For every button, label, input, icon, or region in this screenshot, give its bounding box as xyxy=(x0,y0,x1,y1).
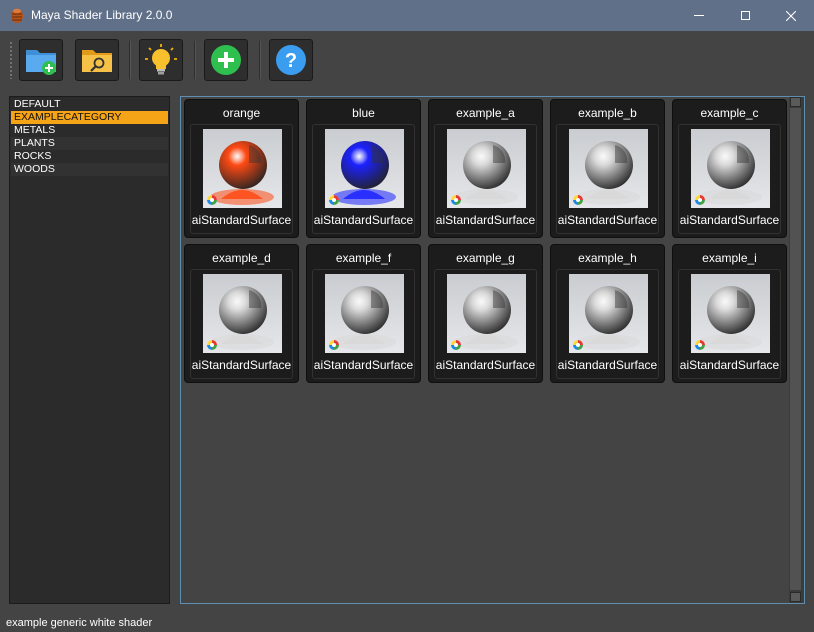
shader-preview-frame: aiStandardSurface xyxy=(556,124,659,234)
help-icon: ? xyxy=(276,45,306,75)
category-item[interactable]: EXAMPLECATEGORY xyxy=(11,111,168,124)
maximize-button[interactable] xyxy=(722,0,768,31)
shader-thumbnail xyxy=(325,274,404,353)
scroll-down-button[interactable] xyxy=(790,592,801,602)
close-icon xyxy=(786,10,796,21)
shader-name: example_a xyxy=(456,106,515,120)
shader-thumbnail xyxy=(569,129,648,208)
toolbar-grip[interactable] xyxy=(9,41,13,79)
render-preview-button[interactable] xyxy=(139,39,183,81)
status-bar-text: example generic white shader xyxy=(6,617,153,629)
category-item[interactable]: WOODS xyxy=(11,163,168,176)
window-title: Maya Shader Library 2.0.0 xyxy=(31,8,173,22)
shader-type: aiStandardSurface xyxy=(191,213,292,227)
toolbar-separator xyxy=(259,41,261,79)
shader-preview-frame: aiStandardSurface xyxy=(556,269,659,379)
category-item[interactable]: DEFAULT xyxy=(11,98,168,111)
category-item[interactable]: PLANTS xyxy=(11,137,168,150)
shader-thumbnail xyxy=(447,129,526,208)
shader-type: aiStandardSurface xyxy=(313,358,414,372)
minimize-icon xyxy=(694,15,704,16)
toolbar: ? xyxy=(0,31,814,89)
shader-type: aiStandardSurface xyxy=(435,358,536,372)
shader-preview-sphere xyxy=(203,129,282,208)
shader-preview-frame: aiStandardSurface xyxy=(434,269,537,379)
shader-type: aiStandardSurface xyxy=(557,358,658,372)
category-item[interactable]: METALS xyxy=(11,124,168,137)
shader-preview-frame: aiStandardSurface xyxy=(312,124,415,234)
shader-name: example_f xyxy=(335,251,392,265)
shader-thumbnail xyxy=(447,274,526,353)
browse-folder-button[interactable] xyxy=(75,39,119,81)
shader-preview-frame: aiStandardSurface xyxy=(678,269,781,379)
shader-thumbnail xyxy=(569,274,648,353)
lightbulb-icon xyxy=(145,44,177,75)
shader-type: aiStandardSurface xyxy=(435,213,536,227)
shader-preview-sphere xyxy=(447,129,526,208)
shader-name: blue xyxy=(352,106,375,120)
shader-preview-frame: aiStandardSurface xyxy=(190,124,293,234)
shader-name: example_b xyxy=(578,106,637,120)
scroll-up-button[interactable] xyxy=(790,97,801,107)
shader-card[interactable]: example_d aiStandardSurface xyxy=(184,244,299,383)
shader-thumbnail xyxy=(203,274,282,353)
shader-type: aiStandardSurface xyxy=(191,358,292,372)
shader-thumbnail xyxy=(325,129,404,208)
maya-app-icon xyxy=(9,7,25,24)
shader-name: orange xyxy=(222,106,261,120)
shader-preview-sphere xyxy=(569,129,648,208)
shader-type: aiStandardSurface xyxy=(557,213,658,227)
shader-type: aiStandardSurface xyxy=(679,358,780,372)
add-category-button[interactable] xyxy=(19,39,63,81)
shader-preview-frame: aiStandardSurface xyxy=(312,269,415,379)
category-list: DEFAULT EXAMPLECATEGORY METALS PLANTS ROCKS W… xyxy=(10,97,169,176)
title-bar: Maya Shader Library 2.0.0 xyxy=(0,0,814,31)
category-list-panel[interactable]: DEFAULT EXAMPLECATEGORY METALS PLANTS ROCKS W… xyxy=(9,96,170,604)
scrollbar-track[interactable] xyxy=(790,108,801,590)
shader-card[interactable]: example_i aiStandardSurface xyxy=(672,244,787,383)
category-item[interactable]: ROCKS xyxy=(11,150,168,163)
shader-card[interactable]: example_f aiStandardSurface xyxy=(306,244,421,383)
shader-card[interactable]: example_h aiStandardSurface xyxy=(550,244,665,383)
shader-card[interactable]: blue aiStandardSurface xyxy=(306,99,421,238)
svg-text:?: ? xyxy=(285,50,297,72)
toolbar-separator xyxy=(129,41,131,79)
search-folder-icon xyxy=(82,50,112,72)
shader-preview-sphere xyxy=(325,129,404,208)
shader-preview-sphere xyxy=(569,274,648,353)
shader-name: example_h xyxy=(578,251,637,265)
shader-preview-sphere xyxy=(325,274,404,353)
vertical-scrollbar[interactable] xyxy=(789,97,804,603)
shader-card[interactable]: example_a aiStandardSurface xyxy=(428,99,543,238)
shader-preview-sphere xyxy=(203,274,282,353)
shader-card[interactable]: example_b aiStandardSurface xyxy=(550,99,665,238)
shader-preview-frame: aiStandardSurface xyxy=(190,269,293,379)
shader-card[interactable]: orange aiStandardSurface xyxy=(184,99,299,238)
plus-icon xyxy=(211,45,241,75)
shader-name: example_g xyxy=(456,251,515,265)
shader-type: aiStandardSurface xyxy=(679,213,780,227)
close-button[interactable] xyxy=(768,0,814,31)
maximize-icon xyxy=(740,11,750,20)
shader-preview-sphere xyxy=(447,274,526,353)
help-button[interactable]: ? xyxy=(269,39,313,81)
shader-thumbnail xyxy=(691,274,770,353)
shader-preview-frame: aiStandardSurface xyxy=(678,124,781,234)
toolbar-separator xyxy=(194,41,196,79)
shader-name: example_i xyxy=(702,251,757,265)
shader-thumbnail xyxy=(691,129,770,208)
shader-name: example_d xyxy=(212,251,271,265)
shader-type: aiStandardSurface xyxy=(313,213,414,227)
minimize-button[interactable] xyxy=(676,0,722,31)
shader-preview-frame: aiStandardSurface xyxy=(434,124,537,234)
shader-card[interactable]: example_g aiStandardSurface xyxy=(428,244,543,383)
add-folder-icon xyxy=(26,50,56,75)
shader-thumbnail xyxy=(203,129,282,208)
shader-card[interactable]: example_c aiStandardSurface xyxy=(672,99,787,238)
shader-preview-sphere xyxy=(691,129,770,208)
shader-preview-sphere xyxy=(691,274,770,353)
add-shader-button[interactable] xyxy=(204,39,248,81)
shader-name: example_c xyxy=(700,106,759,120)
